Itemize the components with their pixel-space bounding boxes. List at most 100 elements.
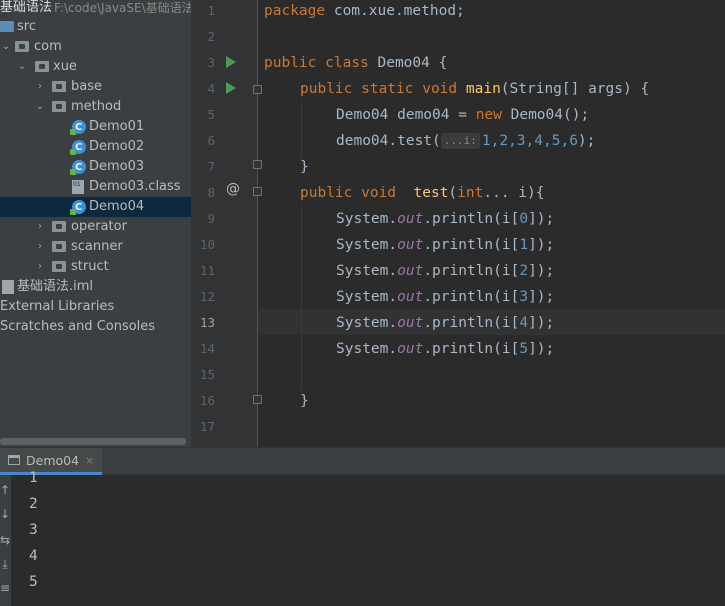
console-output-line: 2 (29, 496, 38, 512)
code-text: demo04.test( (336, 133, 441, 149)
tree-item-iml[interactable]: 基础语法.iml (0, 277, 191, 297)
tree-root-row[interactable]: 基础语法 F:\code\JavaSE\基础语法 (0, 0, 191, 18)
code-text: ]); (528, 341, 555, 357)
console-output-line: 3 (29, 522, 38, 538)
override-marker-icon[interactable]: @ (226, 181, 240, 197)
console-output-line: 5 (29, 574, 38, 590)
line-number: 2 (207, 29, 215, 44)
number-literal: 1,2,3,4,5,6 (481, 133, 578, 149)
code-text: System. (336, 341, 398, 357)
code-text: com.xue.method; (325, 3, 465, 19)
tree-item-demo04[interactable]: Demo04 (0, 197, 191, 218)
tree-item-struct[interactable]: › struct (0, 257, 191, 277)
tree-item-label: method (71, 99, 122, 114)
java-class-icon (70, 118, 86, 138)
code-text: System. (336, 237, 398, 253)
tree-item-operator[interactable]: › operator (0, 217, 191, 237)
number-literal: 0 (519, 211, 529, 227)
tree-item-label: Demo02 (89, 139, 145, 154)
run-tab-demo04[interactable]: Demo04 × (0, 448, 103, 475)
code-line-4: public static void main(String[] args) { (300, 76, 649, 102)
chevron-right-icon[interactable]: › (34, 77, 46, 97)
static-field: out (397, 315, 424, 331)
soft-wrap-icon[interactable]: ⇆ (0, 533, 10, 547)
code-editor[interactable]: 1 2 3 4 5 6 7 8 9 10 11 12 13 14 15 16 1… (191, 0, 725, 447)
run-main-icon[interactable] (226, 82, 236, 94)
tree-item-label: 基础语法.iml (17, 279, 94, 294)
code-text: .println(i[ (423, 263, 520, 279)
line-number: 16 (199, 393, 215, 408)
tree-item-scratches[interactable]: Scratches and Consoles (0, 317, 191, 337)
line-number-current: 13 (199, 315, 215, 330)
fold-marker-icon[interactable] (253, 85, 262, 94)
tree-item-label: Demo03 (89, 159, 145, 174)
tree-item-demo01[interactable]: Demo01 (0, 117, 191, 138)
java-class-icon (70, 198, 86, 218)
line-number: 10 (199, 237, 215, 252)
code-text: ); (577, 133, 596, 149)
chevron-right-icon[interactable]: › (34, 237, 46, 257)
tree-item-scanner[interactable]: › scanner (0, 237, 191, 257)
scroll-to-end-icon[interactable]: ⤓ (0, 557, 10, 572)
project-tree: 基础语法 F:\code\JavaSE\基础语法 src ⌄ com ⌄ xue… (0, 0, 191, 447)
tree-item-external-libraries[interactable]: External Libraries (0, 297, 191, 317)
code-text: } (300, 159, 309, 175)
code-text: ]); (528, 289, 555, 305)
code-text: } (300, 393, 309, 409)
tree-item-xue[interactable]: ⌄ xue (0, 57, 191, 77)
tree-horizontal-scrollbar[interactable] (0, 438, 186, 445)
run-toolbar: ↑ ↓ ⇆ ⤓ ≡ (0, 475, 11, 606)
stop-icon[interactable]: ↓ (0, 507, 10, 521)
package-folder-icon (15, 41, 29, 52)
rerun-icon[interactable]: ↑ (0, 483, 10, 497)
line-number: 14 (199, 341, 215, 356)
tree-item-demo02[interactable]: Demo02 (0, 137, 191, 158)
code-text: ]); (528, 263, 555, 279)
fold-marker-icon[interactable] (253, 395, 262, 404)
tree-item-base[interactable]: › base (0, 77, 191, 97)
java-class-icon (70, 138, 86, 158)
fold-marker-icon[interactable] (253, 187, 262, 196)
code-text: Demo04(); (501, 107, 590, 123)
chevron-down-icon[interactable]: ⌄ (16, 57, 28, 77)
chevron-down-icon[interactable]: ⌄ (0, 37, 12, 57)
tree-item-demo03[interactable]: Demo03 (0, 157, 191, 178)
line-number: 9 (207, 211, 215, 226)
tree-item-label: Demo03.class (89, 179, 181, 194)
code-text: .println(i[ (423, 341, 520, 357)
number-literal: 3 (519, 289, 529, 305)
code-text: (String[] args) { (500, 81, 650, 97)
tree-item-label: Demo01 (89, 119, 145, 134)
package-folder-icon (52, 81, 66, 92)
chevron-down-icon[interactable]: ⌄ (34, 97, 46, 117)
tree-item-demo03-class[interactable]: Demo03.class (0, 175, 191, 197)
console-icon (8, 455, 20, 465)
package-folder-icon (52, 241, 66, 252)
tree-item-label: src (17, 19, 36, 34)
chevron-right-icon[interactable]: › (34, 217, 46, 237)
tree-item-method[interactable]: ⌄ method (0, 97, 191, 117)
code-text: .println(i[ (423, 211, 520, 227)
tree-item-src[interactable]: src (0, 17, 191, 37)
chevron-right-icon[interactable]: › (34, 257, 46, 277)
number-literal: 4 (519, 315, 529, 331)
run-class-icon[interactable] (226, 56, 236, 68)
line-number: 4 (207, 81, 215, 96)
console-output-line: 4 (29, 548, 38, 564)
line-number: 6 (207, 133, 215, 148)
print-icon[interactable]: ≡ (0, 581, 10, 595)
tree-item-com[interactable]: ⌄ com (0, 37, 191, 57)
tree-item-label: base (71, 79, 102, 94)
keyword: public static void (300, 81, 458, 97)
code-text: ]); (528, 315, 555, 331)
tree-item-label: scanner (71, 239, 123, 254)
fold-marker-icon[interactable] (253, 160, 262, 169)
close-icon[interactable]: × (85, 454, 94, 467)
code-line-5: Demo04 demo04 = new Demo04(); (336, 102, 589, 128)
line-number: 15 (199, 367, 215, 382)
code-text: System. (336, 263, 398, 279)
code-line-8: public void test(int... i){ (300, 180, 544, 206)
code-text: System. (336, 211, 398, 227)
line-number: 8 (207, 185, 215, 200)
code-text: ]); (528, 211, 555, 227)
